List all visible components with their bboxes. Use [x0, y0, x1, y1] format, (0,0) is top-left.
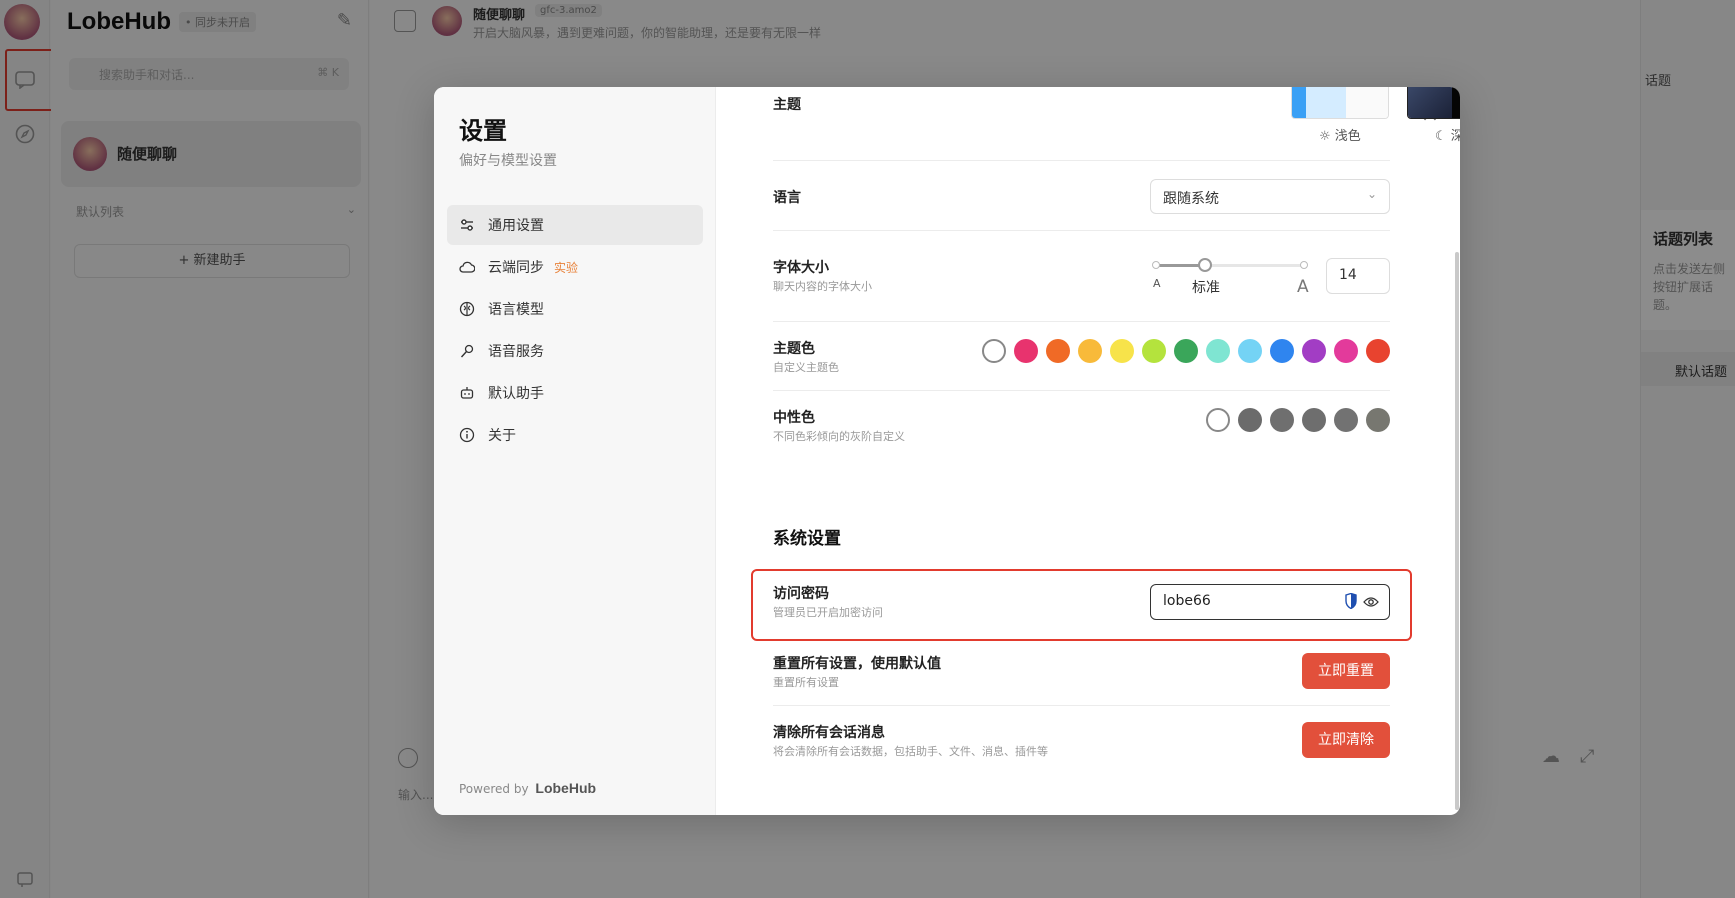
clear-button[interactable]: 立即清除 — [1302, 722, 1390, 758]
sliders-icon — [459, 217, 475, 233]
reset-button[interactable]: 立即重置 — [1302, 653, 1390, 689]
menu-item-sync[interactable]: 云端同步 实验 — [447, 247, 703, 287]
neutral-color-swatch[interactable] — [1206, 408, 1230, 432]
theme-preview-dark — [1407, 87, 1460, 119]
reset-desc: 重置所有设置 — [773, 676, 839, 689]
info-icon — [459, 427, 475, 443]
theme-label: 主题 — [773, 97, 801, 113]
settings-sidebar: 设置 偏好与模型设置 通用设置 云端同步 实验 语言模型 语音服务 默认助手 关… — [434, 87, 716, 815]
powered-prefix: Powered by — [459, 782, 529, 796]
fontsize-label: 字体大小 — [773, 260, 829, 276]
language-select[interactable]: 跟随系统 ⌄ — [1150, 179, 1390, 214]
fontsize-slider[interactable] — [1152, 258, 1308, 272]
fontsize-mark-standard: 标准 — [1192, 280, 1220, 296]
primary-color-swatch[interactable] — [1014, 339, 1038, 363]
reset-label: 重置所有设置，使用默认值 — [773, 656, 941, 672]
primary-color-label: 主题色 — [773, 341, 815, 357]
primary-color-swatch[interactable] — [1046, 339, 1070, 363]
menu-item-general[interactable]: 通用设置 — [447, 205, 703, 245]
clear-desc: 将会清除所有会话数据，包括助手、文件、消息、插件等 — [773, 745, 1048, 758]
sun-icon: ☼ — [1319, 129, 1331, 144]
primary-color-swatch[interactable] — [1206, 339, 1230, 363]
bot-icon — [459, 385, 475, 401]
neutral-color-desc: 不同色彩倾向的灰阶自定义 — [773, 430, 905, 443]
neutral-color-label: 中性色 — [773, 410, 815, 426]
system-section-title: 系统设置 — [773, 529, 841, 549]
neutral-color-swatch[interactable] — [1238, 408, 1262, 432]
neutral-color-swatch[interactable] — [1270, 408, 1294, 432]
theme-option-dark[interactable]: ☾ 深色 — [1407, 87, 1460, 144]
neutral-color-swatch[interactable] — [1302, 408, 1326, 432]
settings-modal: 设置 偏好与模型设置 通用设置 云端同步 实验 语言模型 语音服务 默认助手 关… — [434, 87, 1460, 815]
brain-icon — [459, 301, 475, 317]
moon-icon: ☾ — [1435, 129, 1447, 144]
powered-brand: LobeHub — [535, 780, 597, 796]
menu-item-agent[interactable]: 默认助手 — [447, 373, 703, 413]
mic-icon — [459, 343, 475, 359]
fontsize-mark-small: A — [1153, 277, 1161, 290]
divider — [773, 705, 1390, 706]
primary-color-swatch[interactable] — [1366, 339, 1390, 363]
experimental-tag: 实验 — [554, 260, 579, 275]
slider-thumb[interactable] — [1197, 258, 1212, 272]
primary-color-swatch[interactable] — [1270, 339, 1294, 363]
password-desc: 管理员已开启加密访问 — [773, 606, 883, 619]
divider — [773, 390, 1390, 391]
language-label: 语言 — [773, 190, 801, 206]
divider — [773, 230, 1390, 231]
primary-color-swatch[interactable] — [1238, 339, 1262, 363]
menu-item-label: 语音服务 — [488, 344, 544, 360]
fontsize-mark-large: A — [1297, 277, 1309, 297]
settings-menu: 通用设置 云端同步 实验 语言模型 语音服务 默认助手 关于 — [447, 205, 703, 457]
password-label: 访问密码 — [773, 586, 829, 602]
primary-color-swatch[interactable] — [1078, 339, 1102, 363]
theme-preview-light — [1291, 87, 1389, 119]
menu-item-label: 语言模型 — [488, 302, 544, 318]
powered-by: Powered by LobeHub — [459, 780, 596, 796]
primary-color-swatch[interactable] — [1110, 339, 1134, 363]
primary-color-swatch[interactable] — [982, 339, 1006, 363]
menu-item-about[interactable]: 关于 — [447, 415, 703, 455]
eye-icon[interactable] — [1363, 595, 1379, 609]
menu-item-llm[interactable]: 语言模型 — [447, 289, 703, 329]
primary-color-desc: 自定义主题色 — [773, 361, 839, 374]
password-input[interactable]: lobe66 — [1150, 584, 1390, 620]
slider-mark-dot — [1152, 261, 1160, 269]
clear-label: 清除所有会话消息 — [773, 725, 885, 741]
menu-item-label: 通用设置 — [488, 218, 544, 234]
divider — [773, 160, 1390, 161]
theme-option-light[interactable]: ☼ 浅色 — [1291, 87, 1391, 144]
menu-item-tts[interactable]: 语音服务 — [447, 331, 703, 371]
theme-option-light-label: ☼ 浅色 — [1319, 129, 1361, 144]
slider-mark-dot — [1300, 261, 1308, 269]
primary-color-swatch[interactable] — [1174, 339, 1198, 363]
fontsize-desc: 聊天内容的字体大小 — [773, 280, 872, 293]
neutral-color-swatch[interactable] — [1334, 408, 1358, 432]
fontsize-input[interactable]: 14 — [1326, 258, 1390, 294]
primary-color-swatch[interactable] — [1302, 339, 1326, 363]
divider — [773, 321, 1390, 322]
settings-content: 主题 ☼ 浅色 ☾ 深色 ▭ 自动 语言 — [717, 87, 1460, 815]
password-value: lobe66 — [1163, 593, 1211, 609]
shield-icon[interactable] — [1345, 592, 1357, 610]
modal-title: 设置 — [459, 117, 507, 145]
neutral-color-swatch[interactable] — [1366, 408, 1390, 432]
primary-color-swatch[interactable] — [1142, 339, 1166, 363]
theme-option-dark-label: ☾ 深色 — [1435, 129, 1460, 144]
primary-color-swatch[interactable] — [1334, 339, 1358, 363]
cloud-icon — [459, 259, 475, 275]
language-select-value: 跟随系统 — [1163, 191, 1219, 207]
menu-item-label: 默认助手 — [488, 386, 544, 402]
menu-item-label: 云端同步 — [488, 260, 544, 276]
chevron-down-icon: ⌄ — [1366, 187, 1377, 201]
modal-subtitle: 偏好与模型设置 — [459, 153, 557, 169]
menu-item-label: 关于 — [488, 428, 516, 444]
